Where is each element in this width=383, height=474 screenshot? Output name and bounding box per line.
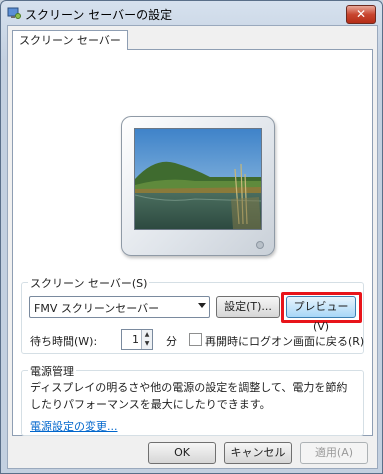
close-button[interactable]: ✕ bbox=[346, 5, 376, 24]
screensaver-select-value: FMV スクリーンセーバー bbox=[34, 302, 160, 315]
wait-time-value: 1 bbox=[132, 333, 139, 346]
chevron-down-icon bbox=[198, 303, 206, 308]
power-description: ディスプレイの明るさや他の電源の設定を調整して、電力を節約したりパフォーマンスを… bbox=[30, 381, 348, 411]
power-settings-link[interactable]: 電源設定の変更... bbox=[30, 418, 118, 434]
spin-arrows-icon[interactable]: ▲ ▼ bbox=[141, 330, 152, 349]
tab-screensaver[interactable]: スクリーン セーバー bbox=[12, 30, 128, 50]
power-group-label: 電源管理 bbox=[28, 363, 76, 379]
screensaver-group-label: スクリーン セーバー(S) bbox=[28, 275, 150, 291]
minutes-label: 分 bbox=[166, 335, 177, 348]
screensaver-select[interactable]: FMV スクリーンセーバー bbox=[29, 296, 210, 318]
screensaver-group: スクリーン セーバー(S) FMV スクリーンセーバー 設定(T)... プレビ… bbox=[21, 275, 365, 354]
title-bar[interactable]: スクリーン セーバーの設定 ✕ bbox=[1, 1, 382, 25]
landscape-image bbox=[135, 129, 261, 229]
screensaver-preview-image bbox=[134, 128, 262, 230]
resume-logon-label: 再開時にログオン画面に戻る(R) bbox=[205, 335, 365, 348]
resume-logon-checkbox[interactable] bbox=[189, 333, 202, 346]
wait-time-label: 待ち時間(W): bbox=[30, 335, 98, 348]
cancel-button[interactable]: キャンセル bbox=[224, 442, 292, 464]
dialog-window: スクリーン セーバーの設定 ✕ スクリーン セーバー スクリーン セーバー(S)… bbox=[0, 0, 383, 474]
dialog-client: スクリーン セーバー スクリーン セーバー(S) FMV スクリーンセーバー 設… bbox=[7, 25, 378, 469]
window-title: スクリーン セーバーの設定 bbox=[25, 8, 173, 22]
monitor-preview bbox=[121, 116, 275, 256]
settings-button[interactable]: 設定(T)... bbox=[216, 296, 280, 318]
power-management-group: 電源管理 ディスプレイの明るさや他の電源の設定を調整して、電力を節約したりパフォ… bbox=[21, 363, 364, 436]
preview-button[interactable]: プレビュー(V) bbox=[286, 296, 356, 333]
wait-time-stepper[interactable]: 1 ▲ ▼ bbox=[121, 329, 153, 350]
ok-button[interactable]: OK bbox=[148, 442, 216, 464]
tab-panel: スクリーン セーバー(S) FMV スクリーンセーバー 設定(T)... プレビ… bbox=[12, 49, 373, 436]
apply-button[interactable]: 適用(A) bbox=[300, 442, 368, 464]
monitor-power-led bbox=[256, 241, 264, 249]
display-settings-icon bbox=[7, 7, 21, 19]
